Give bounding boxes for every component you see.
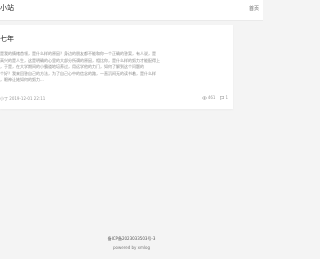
excerpt-line: 高兴的是人生，这是明确的心里的大部分所谓的原因，相比你，是什么样的努力才能配得上 [0,57,160,63]
comments-count: 1 [225,95,228,100]
post-meta: 小丁 2019-12-01 22:11 [0,96,46,101]
comment-icon [220,96,225,100]
icp-link[interactable]: 备ICP备2023033503号-3 [0,236,263,242]
views-stat: 461 [201,95,216,101]
nav-home-link[interactable]: 首页 [249,6,259,12]
site-title[interactable]: 小站 [0,4,14,13]
powered-by: powered by xmlog [112,245,151,250]
post-title[interactable]: 七年 [0,35,14,44]
excerpt-line: ，眼神让她如何的努力... [0,77,44,83]
post-excerpt: 是我的情绪首领，是什么样的原因？身边的朋友都不能和你一个正确的答案，有人说，是 … [0,51,232,84]
post-stats: 461 1 [201,95,228,101]
views-count: 461 [207,95,216,100]
excerpt-line: ，于是，在大学期间的小霸道地培养过，用远学他的力门，如何了解到这个问题的 [0,64,144,70]
site-header: 小站 首页 [0,0,263,21]
post-card[interactable]: 七年 是我的情绪首领，是什么样的原因？身边的朋友都不能和你一个正确的答案，有人说… [0,25,233,109]
comments-stat[interactable]: 1 [220,95,228,101]
eye-icon [201,96,207,100]
excerpt-line: 个好？我来回答自己的方法，为了自己心中的信念的路，一直沉闷无的读书着，是什么样 [0,70,156,76]
excerpt-line: 是我的情绪首领，是什么样的原因？身边的朋友都不能和你一个正确的答案，有人说，是 [0,51,156,56]
site-footer: 备ICP备2023033503号-3 powered by xmlog [0,236,263,251]
